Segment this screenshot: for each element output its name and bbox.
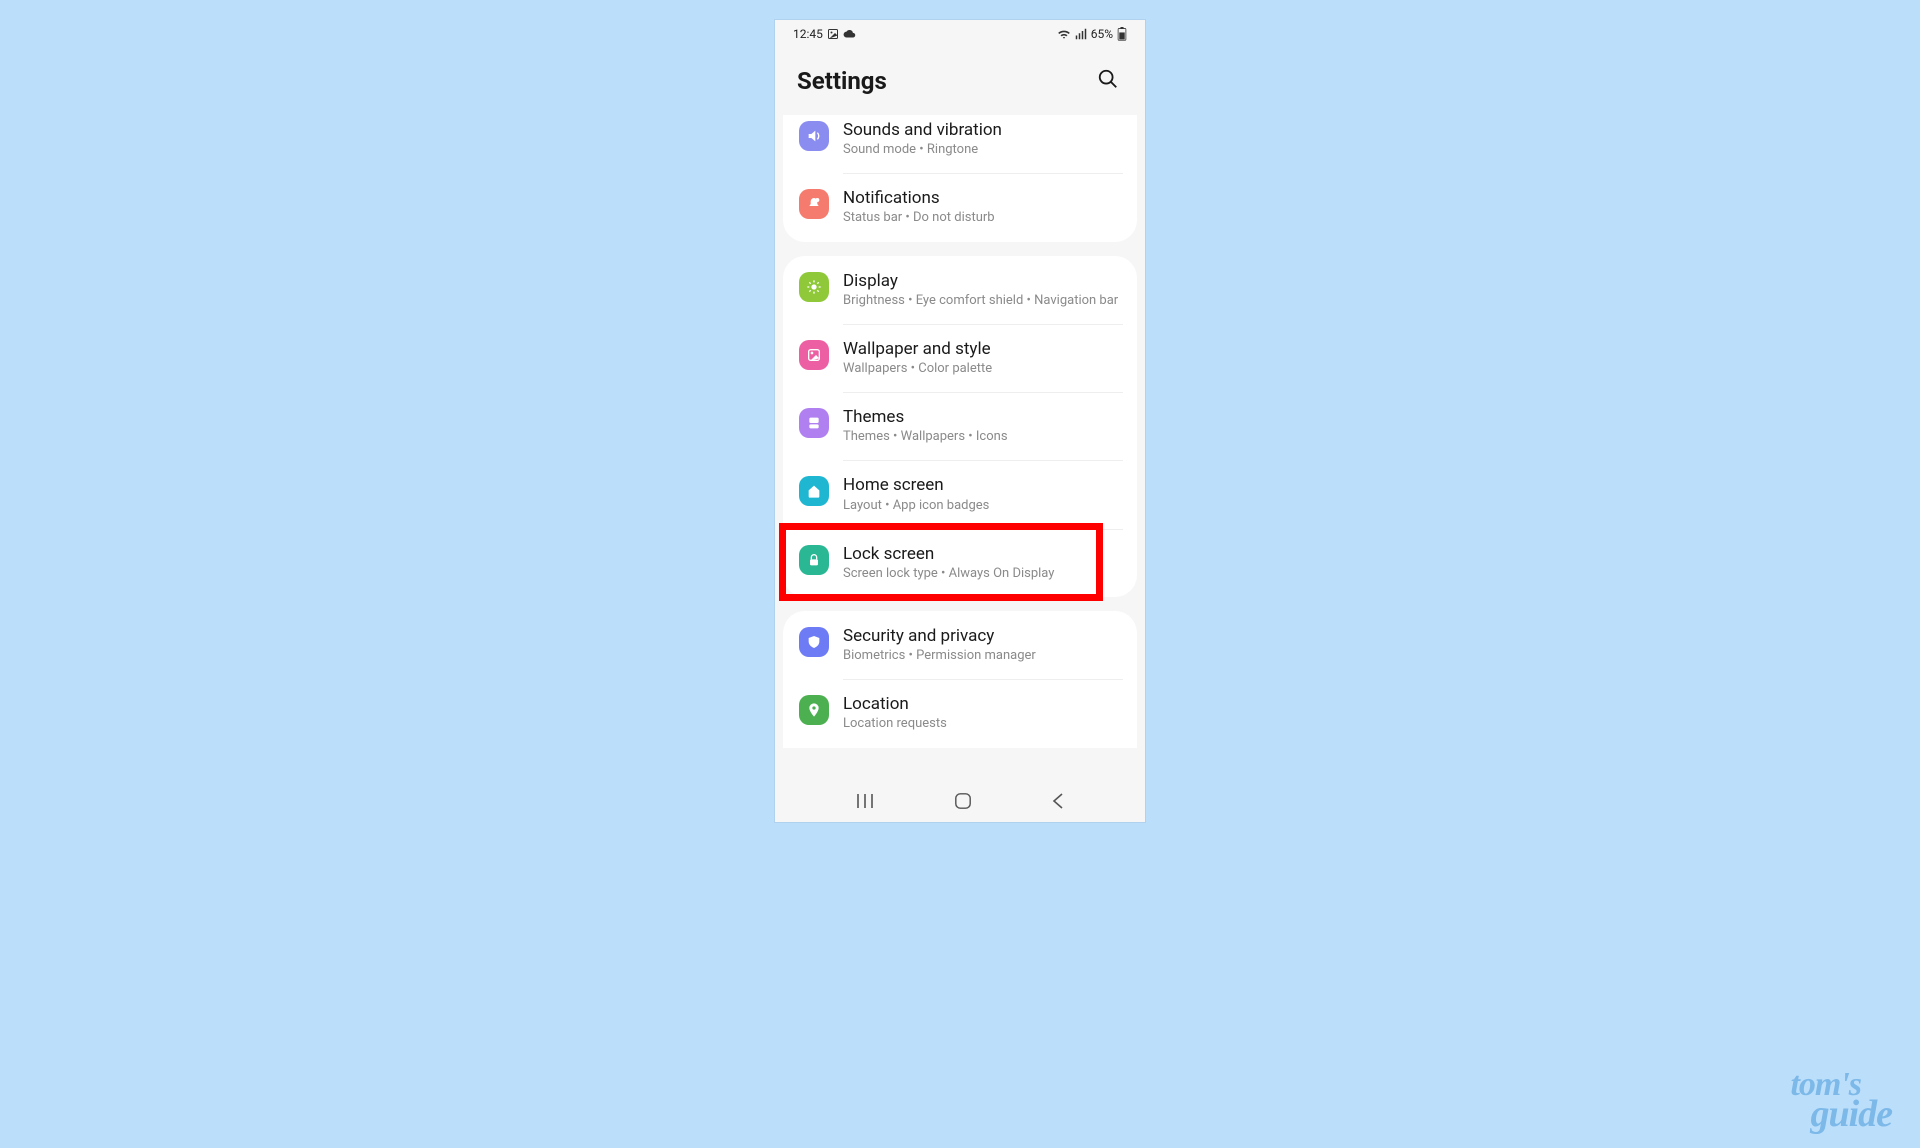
settings-item-subtitle: Sound mode • Ringtone <box>843 141 1121 159</box>
nav-bar <box>775 782 1145 822</box>
settings-item-sounds[interactable]: Sounds and vibration Sound mode • Ringto… <box>783 115 1137 173</box>
wifi-icon <box>1057 28 1071 40</box>
settings-item-title: Sounds and vibration <box>843 119 1121 141</box>
image-icon <box>799 340 829 370</box>
battery-icon <box>1117 27 1127 41</box>
search-icon <box>1097 68 1119 90</box>
settings-item-subtitle: Themes • Wallpapers • Icons <box>843 428 1121 446</box>
cloud-icon <box>843 29 857 39</box>
settings-item-lock[interactable]: Lock screen Screen lock type • Always On… <box>783 529 1137 597</box>
phone-frame: 12:45 65% Settings Sounds and vibration … <box>775 20 1145 822</box>
status-time: 12:45 <box>793 27 823 41</box>
status-bar: 12:45 65% <box>775 20 1145 48</box>
settings-item-title: Display <box>843 270 1121 292</box>
sun-icon <box>799 272 829 302</box>
watermark: tom's guide <box>1790 1071 1892 1130</box>
settings-item-notifications[interactable]: Notifications Status bar • Do not distur… <box>783 173 1137 241</box>
settings-item-subtitle: Layout • App icon badges <box>843 497 1121 515</box>
settings-item-subtitle: Brightness • Eye comfort shield • Naviga… <box>843 292 1121 310</box>
settings-item-text: Location Location requests <box>843 693 1121 733</box>
settings-item-display[interactable]: Display Brightness • Eye comfort shield … <box>783 256 1137 324</box>
settings-group: Display Brightness • Eye comfort shield … <box>783 256 1137 597</box>
back-button[interactable] <box>1031 786 1085 819</box>
signal-icon <box>1075 28 1087 40</box>
palette-icon <box>799 408 829 438</box>
watermark-line1: tom's <box>1790 1071 1892 1099</box>
settings-group: Security and privacy Biometrics • Permis… <box>783 611 1137 748</box>
settings-item-text: Sounds and vibration Sound mode • Ringto… <box>843 119 1121 159</box>
home-nav-icon <box>954 792 972 810</box>
settings-item-security[interactable]: Security and privacy Biometrics • Permis… <box>783 611 1137 679</box>
back-icon <box>1051 792 1065 810</box>
settings-group: Sounds and vibration Sound mode • Ringto… <box>783 115 1137 242</box>
settings-item-title: Wallpaper and style <box>843 338 1121 360</box>
settings-item-home[interactable]: Home screen Layout • App icon badges <box>783 460 1137 528</box>
settings-item-text: Home screen Layout • App icon badges <box>843 474 1121 514</box>
settings-item-title: Security and privacy <box>843 625 1121 647</box>
settings-item-title: Lock screen <box>843 543 1121 565</box>
home-icon <box>799 476 829 506</box>
settings-item-wallpaper[interactable]: Wallpaper and style Wallpapers • Color p… <box>783 324 1137 392</box>
settings-item-subtitle: Biometrics • Permission manager <box>843 647 1121 665</box>
settings-item-subtitle: Wallpapers • Color palette <box>843 360 1121 378</box>
settings-list[interactable]: Sounds and vibration Sound mode • Ringto… <box>775 115 1145 785</box>
settings-item-title: Notifications <box>843 187 1121 209</box>
shield-icon <box>799 627 829 657</box>
settings-item-text: Security and privacy Biometrics • Permis… <box>843 625 1121 665</box>
settings-item-themes[interactable]: Themes Themes • Wallpapers • Icons <box>783 392 1137 460</box>
status-left: 12:45 <box>793 27 857 41</box>
app-header: Settings <box>775 48 1145 115</box>
settings-item-text: Notifications Status bar • Do not distur… <box>843 187 1121 227</box>
settings-item-text: Wallpaper and style Wallpapers • Color p… <box>843 338 1121 378</box>
battery-percent: 65% <box>1091 27 1113 41</box>
settings-item-location[interactable]: Location Location requests <box>783 679 1137 747</box>
settings-item-text: Lock screen Screen lock type • Always On… <box>843 543 1121 583</box>
picture-icon <box>827 28 839 40</box>
watermark-line2: guide <box>1790 1099 1892 1130</box>
volume-icon <box>799 121 829 151</box>
recents-button[interactable] <box>835 786 895 819</box>
settings-item-subtitle: Screen lock type • Always On Display <box>843 565 1121 583</box>
settings-item-title: Home screen <box>843 474 1121 496</box>
settings-item-title: Themes <box>843 406 1121 428</box>
home-button[interactable] <box>934 786 992 819</box>
settings-item-text: Display Brightness • Eye comfort shield … <box>843 270 1121 310</box>
pin-icon <box>799 695 829 725</box>
lock-icon <box>799 545 829 575</box>
settings-item-text: Themes Themes • Wallpapers • Icons <box>843 406 1121 446</box>
settings-item-subtitle: Status bar • Do not disturb <box>843 209 1121 227</box>
search-button[interactable] <box>1093 64 1123 97</box>
status-right: 65% <box>1057 27 1127 41</box>
settings-item-title: Location <box>843 693 1121 715</box>
page-title: Settings <box>797 67 887 95</box>
bell-icon <box>799 189 829 219</box>
settings-item-subtitle: Location requests <box>843 715 1121 733</box>
recents-icon <box>855 792 875 810</box>
